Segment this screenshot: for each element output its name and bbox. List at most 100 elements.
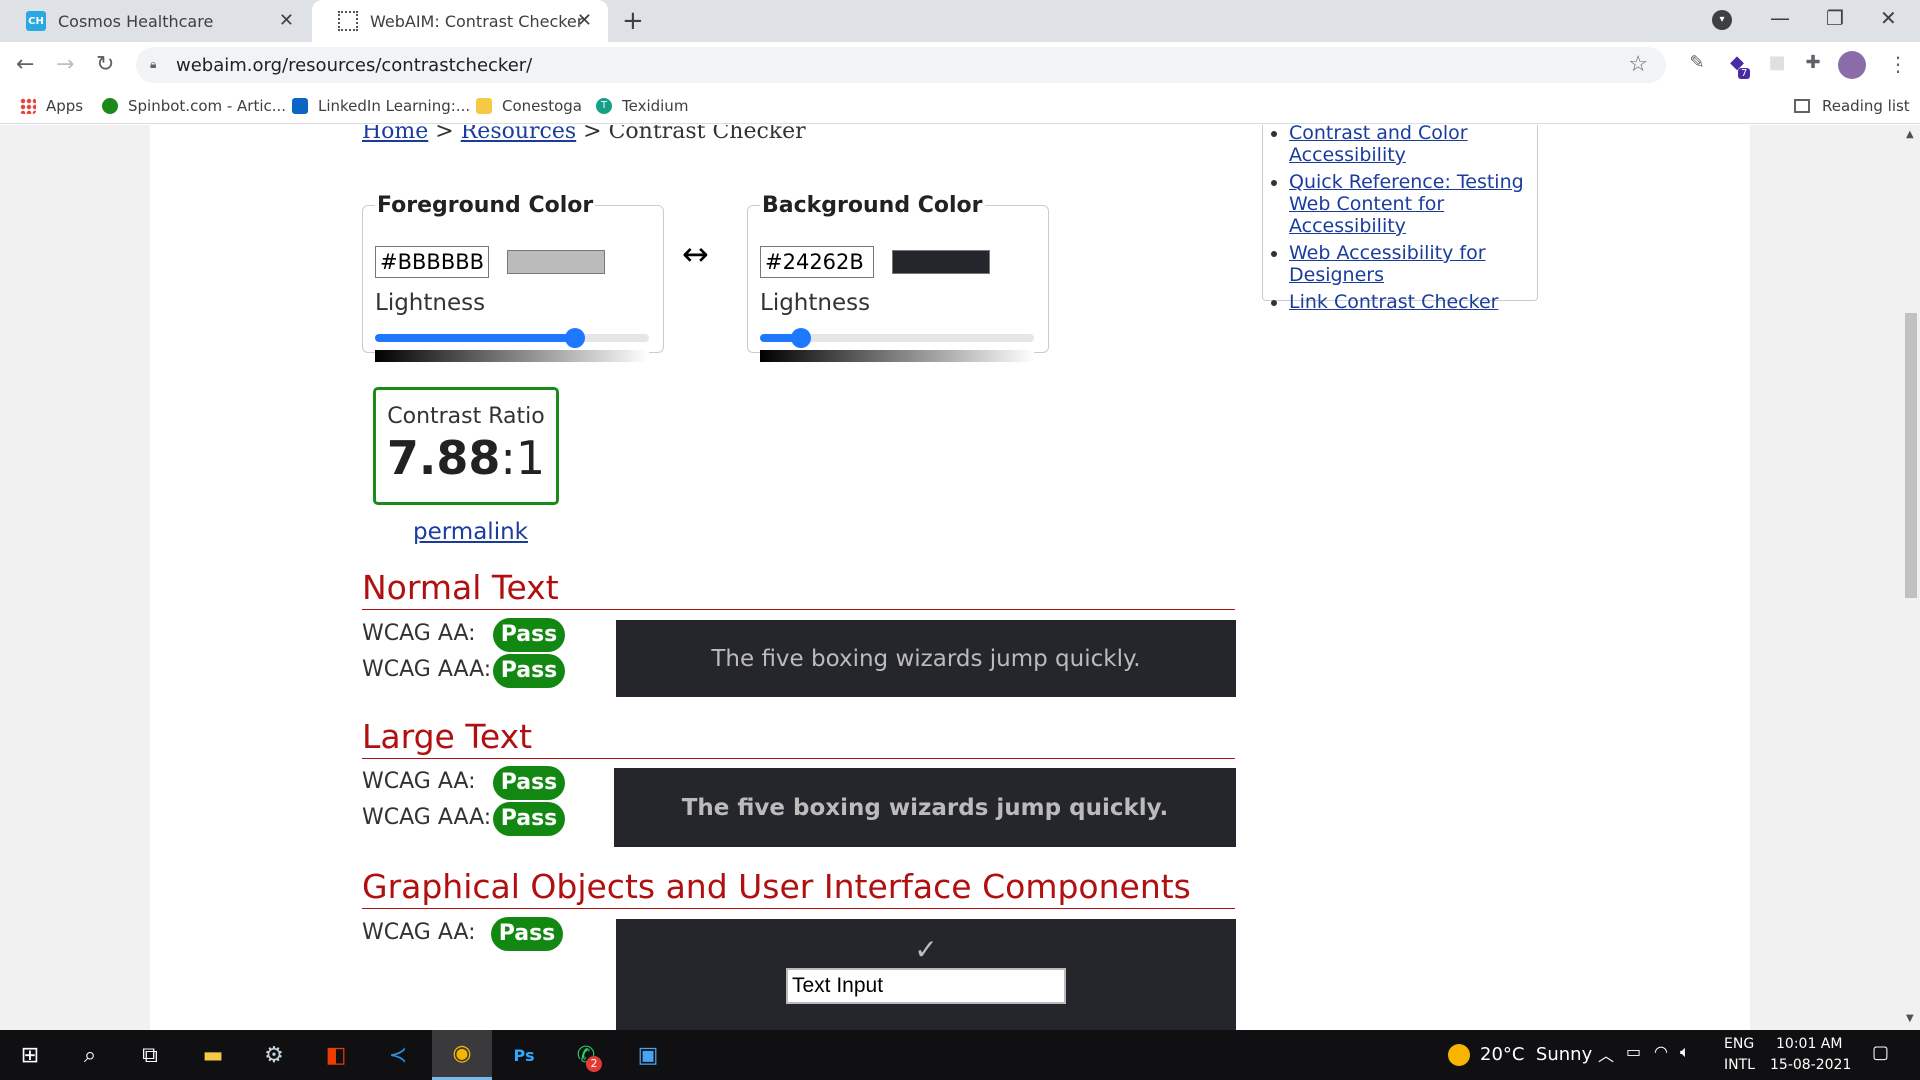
normal-text-heading: Normal Text bbox=[362, 568, 1235, 610]
foreground-legend: Foreground Color bbox=[377, 193, 594, 218]
foreground-hex-input[interactable] bbox=[375, 246, 489, 278]
url-text[interactable]: webaim.org/resources/contrastchecker/ bbox=[176, 55, 532, 76]
vscode-icon[interactable]: ≺ bbox=[368, 1030, 428, 1080]
bookmark-label: Texidium bbox=[622, 97, 689, 115]
task-view-icon[interactable]: ⧉ bbox=[120, 1030, 180, 1080]
sidebar-link-designers[interactable]: Web Accessibility for Designers bbox=[1289, 242, 1486, 286]
list-item: Link Contrast Checker bbox=[1289, 291, 1537, 313]
background-color-picker[interactable] bbox=[892, 250, 990, 274]
background-hex-input[interactable] bbox=[760, 246, 874, 278]
office-icon[interactable]: ◧ bbox=[306, 1030, 366, 1080]
browser-toolbar: ← → ↻ 🔒︎ webaim.org/resources/contrastch… bbox=[0, 42, 1920, 88]
volume-icon[interactable]: 🔈︎ bbox=[1680, 1042, 1690, 1062]
bookmark-label: LinkedIn Learning:... bbox=[318, 97, 471, 115]
address-bar[interactable]: 🔒︎ webaim.org/resources/contrastchecker/… bbox=[136, 47, 1666, 83]
language-line1[interactable]: ENG bbox=[1724, 1036, 1754, 1052]
whatsapp-icon[interactable]: ✆ bbox=[556, 1030, 616, 1080]
foreground-lightness-slider[interactable] bbox=[375, 328, 649, 348]
bookmark-linkedin-learning[interactable]: LinkedIn Learning:... bbox=[292, 97, 470, 115]
bookmark-apps[interactable]: Apps bbox=[20, 97, 83, 115]
graphical-objects-heading: Graphical Objects and User Interface Com… bbox=[362, 867, 1235, 909]
minimize-icon[interactable]: — bbox=[1770, 6, 1790, 30]
scroll-down-icon[interactable]: ▼ bbox=[1906, 1013, 1914, 1024]
file-explorer-icon[interactable]: ▬ bbox=[183, 1030, 243, 1080]
normal-aa-label: WCAG AA: bbox=[362, 621, 476, 646]
photos-icon[interactable]: ▣ bbox=[618, 1030, 678, 1080]
linkedin-learning-icon bbox=[292, 98, 308, 114]
clock-time[interactable]: 10:01 AM bbox=[1776, 1036, 1842, 1052]
page-scrollbar[interactable]: ▲ ▼ bbox=[1902, 125, 1920, 1030]
reading-list-button[interactable]: Reading list bbox=[1794, 97, 1910, 115]
new-tab-plus-icon[interactable]: + bbox=[622, 6, 644, 36]
scroll-up-icon[interactable]: ▲ bbox=[1906, 129, 1914, 140]
notifications-icon[interactable]: ▢ bbox=[1872, 1042, 1889, 1063]
bookmark-spinbot[interactable]: Spinbot.com - Artic... bbox=[102, 97, 286, 115]
close-window-icon[interactable]: ✕ bbox=[1880, 6, 1897, 30]
sidebar-link-quick-reference[interactable]: Quick Reference: Testing Web Content for… bbox=[1289, 171, 1524, 237]
extension-blank-icon[interactable]: ■ bbox=[1764, 52, 1790, 78]
clock-date[interactable]: 15-08-2021 bbox=[1770, 1057, 1851, 1073]
wifi-icon[interactable]: ◠ bbox=[1654, 1042, 1668, 1061]
language-line2[interactable]: INTL bbox=[1724, 1057, 1755, 1073]
slider-thumb[interactable] bbox=[791, 328, 812, 348]
close-tab-icon[interactable]: ✕ bbox=[577, 10, 592, 31]
page-viewport: Home > Resources > Contrast Checker Fore… bbox=[0, 125, 1902, 1030]
cosmos-favicon-icon: CH bbox=[26, 11, 46, 31]
breadcrumb-current: Contrast Checker bbox=[608, 125, 806, 144]
chrome-icon[interactable]: ◉ bbox=[432, 1030, 492, 1080]
slider-thumb[interactable] bbox=[565, 328, 586, 348]
breadcrumb-resources-link[interactable]: Resources bbox=[461, 125, 576, 144]
search-icon[interactable]: ⌕ bbox=[60, 1030, 120, 1080]
large-aaa-pass-badge: Pass bbox=[493, 802, 565, 836]
weather-sun-icon[interactable] bbox=[1448, 1044, 1470, 1066]
profile-avatar[interactable] bbox=[1838, 51, 1866, 79]
photoshop-icon[interactable]: Ps bbox=[494, 1030, 554, 1080]
tray-chevron-icon[interactable]: ︿ bbox=[1598, 1042, 1614, 1066]
scrollbar-thumb[interactable] bbox=[1905, 313, 1917, 598]
extension-tool-icon[interactable]: ✎ bbox=[1684, 52, 1710, 78]
tab-search-icon[interactable]: ▾ bbox=[1712, 10, 1732, 30]
bookmark-star-icon[interactable]: ☆ bbox=[1628, 52, 1648, 77]
background-lightness-slider[interactable] bbox=[760, 328, 1034, 348]
large-aa-label: WCAG AA: bbox=[362, 769, 476, 794]
steam-icon[interactable]: ⚙ bbox=[244, 1030, 304, 1080]
chrome-menu-icon[interactable]: ⋮ bbox=[1888, 52, 1908, 76]
background-legend: Background Color bbox=[762, 193, 983, 218]
tab-webaim-contrast-checker[interactable]: WebAIM: Contrast Checker ✕ bbox=[312, 0, 608, 42]
apps-grid-icon bbox=[20, 98, 36, 114]
restore-icon[interactable]: ❐ bbox=[1826, 6, 1844, 30]
lock-icon[interactable]: 🔒︎ bbox=[150, 57, 164, 73]
sidebar-link-contrast-color[interactable]: Contrast and Color Accessibility bbox=[1289, 125, 1468, 166]
extensions-puzzle-icon[interactable]: ✚ bbox=[1800, 52, 1826, 78]
tab-cosmos-healthcare[interactable]: CH Cosmos Healthcare ✕ bbox=[0, 0, 310, 42]
sample-text-input[interactable] bbox=[786, 968, 1066, 1004]
large-text-sample: The five boxing wizards jump quickly. bbox=[614, 768, 1236, 847]
swap-colors-icon[interactable]: ↔ bbox=[682, 235, 709, 273]
back-arrow-icon[interactable]: ← bbox=[16, 52, 34, 77]
reading-list-icon bbox=[1794, 99, 1810, 113]
permalink-link[interactable]: permalink bbox=[413, 519, 528, 545]
breadcrumb-separator: > bbox=[576, 125, 609, 144]
graphical-aa-pass-badge: Pass bbox=[491, 917, 563, 951]
large-text-heading: Large Text bbox=[362, 717, 1235, 759]
breadcrumb-separator: > bbox=[428, 125, 461, 144]
ratio-suffix: :1 bbox=[500, 431, 546, 485]
start-windows-icon[interactable]: ⊞ bbox=[0, 1030, 60, 1080]
bookmark-conestoga[interactable]: Conestoga bbox=[476, 97, 582, 115]
battery-icon[interactable]: ▭ bbox=[1626, 1042, 1641, 1061]
main-content: Home > Resources > Contrast Checker Fore… bbox=[150, 125, 1750, 1030]
contrast-ratio-label: Contrast Ratio bbox=[387, 404, 545, 429]
bookmark-label: Conestoga bbox=[502, 97, 582, 115]
close-tab-icon[interactable]: ✕ bbox=[279, 10, 294, 31]
foreground-color-picker[interactable] bbox=[507, 250, 605, 274]
bookmark-texidium[interactable]: T Texidium bbox=[596, 97, 688, 115]
forward-arrow-icon[interactable]: → bbox=[56, 52, 74, 77]
reload-icon[interactable]: ↻ bbox=[96, 52, 114, 77]
list-item: Contrast and Color Accessibility bbox=[1289, 125, 1537, 166]
breadcrumb: Home > Resources > Contrast Checker bbox=[362, 125, 806, 144]
breadcrumb-home-link[interactable]: Home bbox=[362, 125, 428, 144]
weather-text[interactable]: 20°C Sunny bbox=[1480, 1044, 1592, 1065]
tab-title: Cosmos Healthcare bbox=[58, 11, 214, 31]
sidebar-link-link-contrast[interactable]: Link Contrast Checker bbox=[1289, 291, 1498, 313]
normal-aa-pass-badge: Pass bbox=[493, 618, 565, 652]
